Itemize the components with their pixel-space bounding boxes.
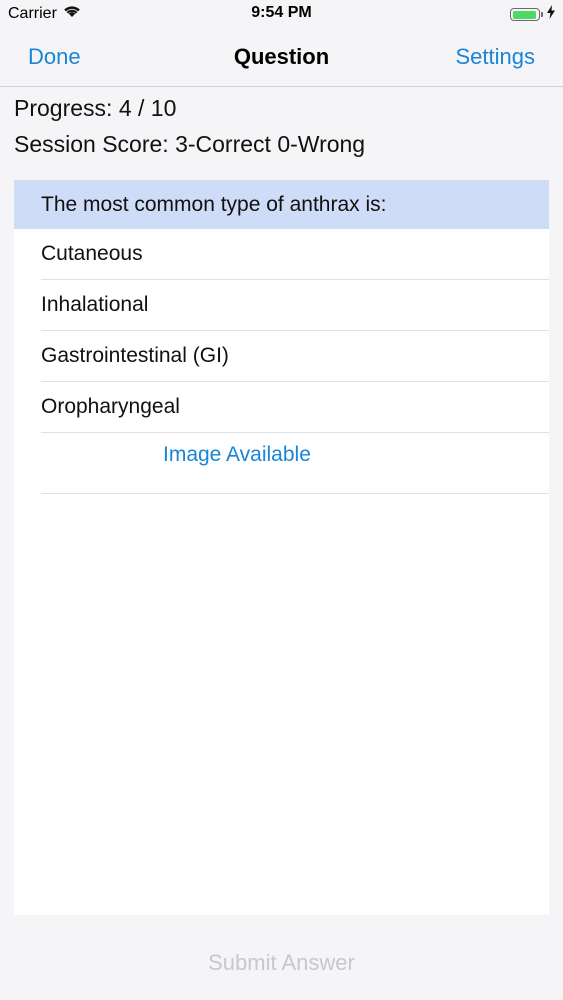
answer-option-inhalational[interactable]: Inhalational [41, 280, 549, 331]
progress-label: Progress: 4 / 10 [14, 95, 177, 121]
done-button[interactable]: Done [28, 44, 81, 70]
answer-option-gastrointestinal[interactable]: Gastrointestinal (GI) [41, 331, 549, 382]
settings-button[interactable]: Settings [456, 44, 536, 70]
answer-option-cutaneous[interactable]: Cutaneous [41, 229, 549, 280]
battery-icon [510, 8, 540, 21]
question-card: The most common type of anthrax is: Cuta… [14, 180, 549, 915]
image-available-link[interactable]: Image Available [41, 433, 549, 494]
battery-group [510, 5, 555, 24]
charging-icon [547, 5, 555, 24]
navigation-bar: Done Question Settings [0, 30, 563, 87]
answer-option-oropharyngeal[interactable]: Oropharyngeal [41, 382, 549, 433]
status-bar: Carrier 9:54 PM [0, 0, 563, 30]
submit-answer-button[interactable]: Submit Answer [0, 950, 563, 976]
question-text: The most common type of anthrax is: [14, 180, 549, 229]
session-score-label: Session Score: 3-Correct 0-Wrong [14, 131, 366, 157]
battery-tip [541, 12, 543, 17]
status-time: 9:54 PM [251, 4, 312, 21]
